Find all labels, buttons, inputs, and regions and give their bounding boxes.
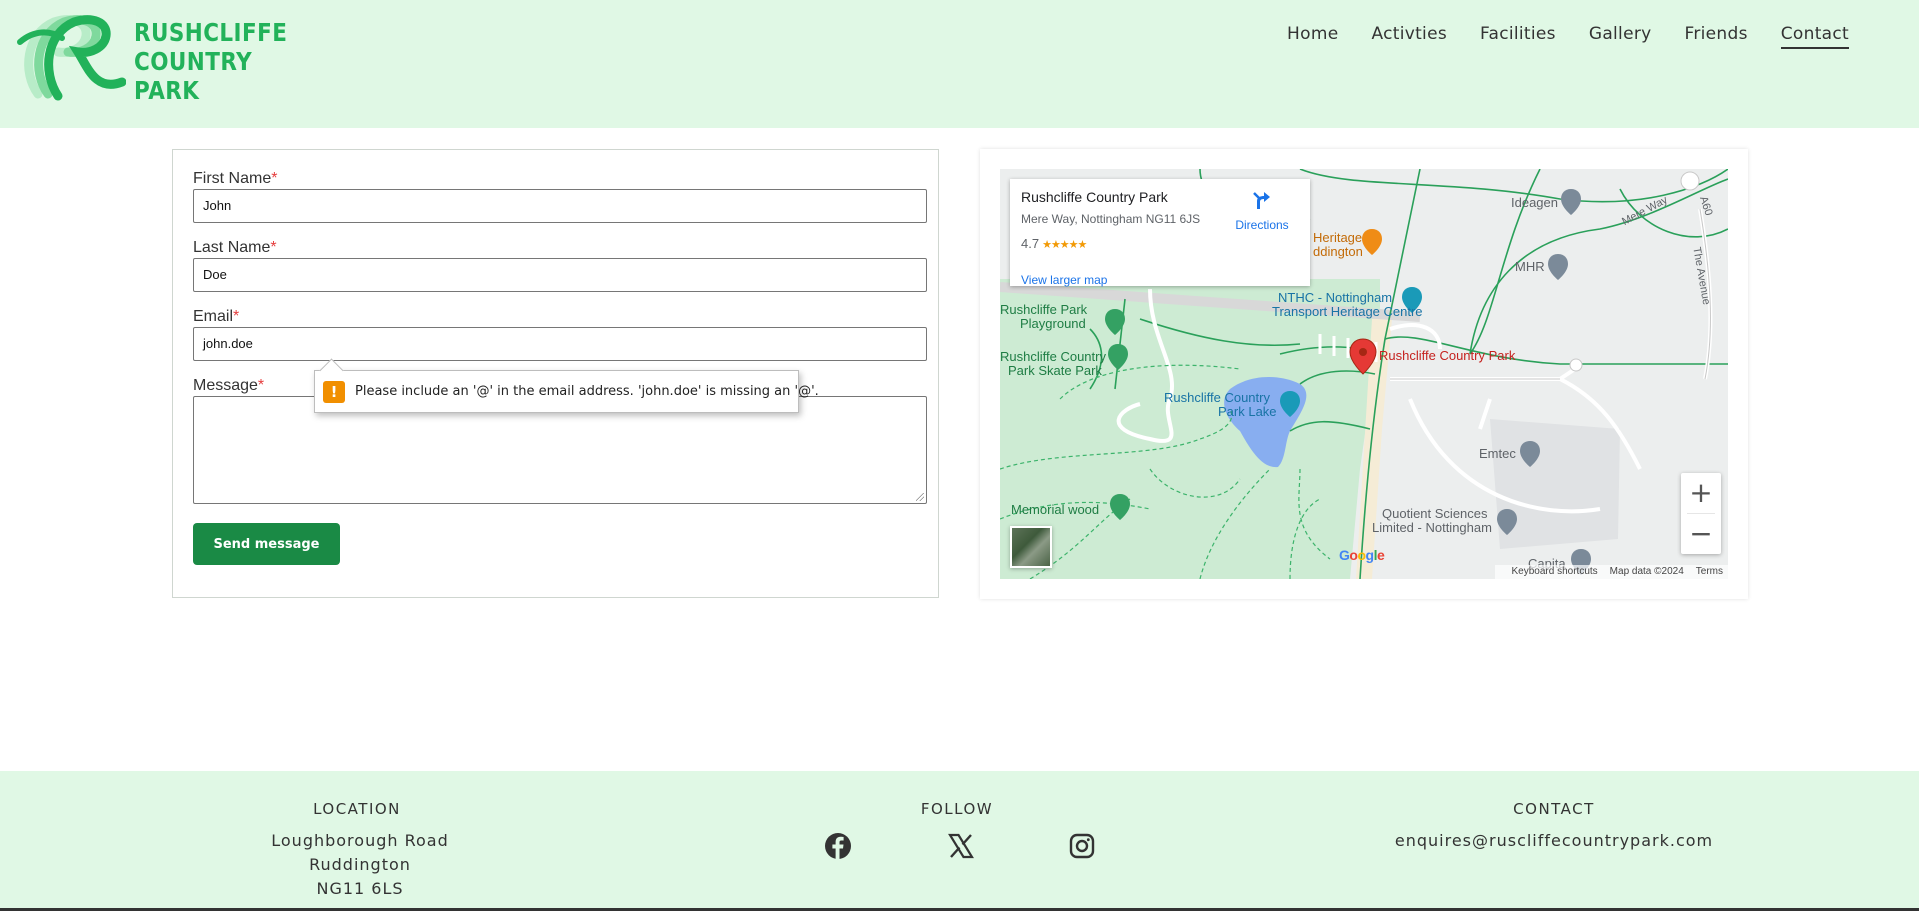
map-attribution: Keyboard shortcuts Map data ©2024 Terms	[1494, 565, 1728, 579]
x-icon[interactable]	[947, 832, 975, 860]
first-name-label-text: First Name	[193, 170, 272, 187]
logo-line-1: RUSHCLIFFE	[134, 18, 288, 47]
logo-line-3: PARK	[134, 76, 200, 105]
map-place-card: Rushcliffe Country Park Mere Way, Nottin…	[1010, 179, 1310, 287]
warning-icon: !	[323, 381, 345, 403]
email-label: Email*	[193, 308, 239, 326]
map-label-memorial: Memorial wood	[1011, 502, 1100, 517]
footer-location-heading: LOCATION	[313, 800, 401, 818]
required-marker: *	[233, 308, 240, 325]
map-zoom-controls: + −	[1681, 473, 1721, 554]
map-label-heritage-2: ddington	[1313, 244, 1363, 259]
nav-friends[interactable]: Friends	[1685, 24, 1748, 49]
message-label-text: Message	[193, 377, 258, 394]
footer-address-line-2: Ruddington	[309, 855, 411, 874]
logo-line-2: COUNTRY	[134, 47, 253, 76]
zoom-out-button[interactable]: −	[1681, 514, 1721, 554]
rating-value: 4.7	[1021, 236, 1040, 251]
satellite-toggle[interactable]	[1010, 526, 1052, 568]
validation-message: Please include an '@' in the email addre…	[355, 384, 819, 399]
instagram-icon[interactable]	[1068, 832, 1096, 860]
footer-follow-heading: FOLLOW	[920, 800, 994, 818]
site-footer: LOCATION Loughborough Road Ruddington NG…	[0, 771, 1919, 911]
footer-email-link[interactable]: enquires@ruscliffecountrypark.com	[1354, 831, 1754, 850]
map-label-heritage: Heritage	[1313, 230, 1363, 245]
embedded-map[interactable]: Heritage ddington Ideagen MHR Mere Way A…	[1000, 169, 1728, 579]
place-name: Rushcliffe Country Park	[1021, 189, 1168, 205]
map-label-lake-2: Park Lake	[1218, 404, 1277, 419]
required-marker: *	[257, 377, 265, 394]
footer-address-line-1: Loughborough Road	[271, 831, 449, 850]
last-name-label-text: Last Name	[193, 239, 271, 256]
zoom-in-button[interactable]: +	[1681, 473, 1721, 513]
first-name-input[interactable]: John	[193, 189, 927, 223]
nav-home[interactable]: Home	[1287, 24, 1338, 49]
last-name-input[interactable]: Doe	[193, 258, 927, 292]
map-label-playground: Rushcliffe Park	[1000, 302, 1088, 317]
email-input[interactable]: john.doe	[193, 327, 927, 361]
send-message-button[interactable]: Send message	[193, 523, 340, 565]
map-label-quotient: Quotient Sciences	[1382, 506, 1488, 521]
nav-gallery[interactable]: Gallery	[1589, 24, 1652, 49]
directions-button[interactable]: Directions	[1232, 189, 1292, 232]
required-marker: *	[271, 170, 278, 187]
last-name-label: Last Name*	[193, 239, 277, 257]
map-card: Heritage ddington Ideagen MHR Mere Way A…	[980, 149, 1748, 599]
directions-icon	[1253, 192, 1270, 209]
nav-facilities[interactable]: Facilities	[1480, 24, 1556, 49]
nav-activities[interactable]: Activties	[1371, 24, 1447, 49]
site-logo[interactable]: RUSHCLIFFE COUNTRY PARK	[14, 12, 287, 105]
map-label-pin: Rushcliffe Country Park	[1379, 348, 1516, 363]
google-logo: Google	[1339, 547, 1385, 563]
resize-handle-icon[interactable]	[916, 493, 924, 501]
map-label-nthc: NTHC - Nottingham	[1278, 290, 1393, 305]
place-rating: 4.7 ★★★★★	[1021, 236, 1087, 251]
view-larger-map-link[interactable]: View larger map	[1021, 273, 1107, 287]
main-nav: Home Activties Facilities Gallery Friend…	[1254, 24, 1849, 49]
map-label-mhr: MHR	[1515, 259, 1545, 274]
first-name-label: First Name*	[193, 170, 277, 188]
map-label-nthc-2: Transport Heritage Centre	[1272, 304, 1423, 319]
nav-contact[interactable]: Contact	[1780, 24, 1849, 49]
terms-link[interactable]: Terms	[1696, 566, 1723, 577]
footer-contact-heading: CONTACT	[1513, 800, 1595, 818]
map-label-skate: Rushcliffe Country	[1000, 349, 1106, 364]
map-label-skate-2: Park Skate Park	[1008, 363, 1102, 378]
map-label-playground-2: Playground	[1020, 316, 1086, 331]
map-label-emtec: Emtec	[1479, 446, 1516, 461]
directions-label: Directions	[1235, 218, 1289, 232]
facebook-icon[interactable]	[824, 832, 852, 860]
logo-mark-icon	[17, 15, 126, 101]
message-label: Message*	[193, 377, 264, 395]
email-validation-tooltip: ! Please include an '@' in the email add…	[314, 358, 819, 413]
site-header: RUSHCLIFFE COUNTRY PARK Home Activties F…	[0, 0, 1919, 128]
place-address: Mere Way, Nottingham NG11 6JS	[1021, 212, 1201, 226]
logo-text: RUSHCLIFFE COUNTRY PARK	[134, 18, 287, 105]
rating-stars-icon: ★★★★★	[1042, 239, 1087, 251]
keyboard-shortcuts-link[interactable]: Keyboard shortcuts	[1512, 566, 1598, 577]
email-label-text: Email	[193, 308, 234, 325]
map-label-lake: Rushcliffe Country	[1164, 390, 1270, 405]
required-marker: *	[270, 239, 277, 256]
footer-address-line-3: NG11 6LS	[316, 879, 404, 898]
map-data-text: Map data ©2024	[1609, 566, 1684, 577]
map-label-quotient-2: Limited - Nottingham	[1372, 520, 1492, 535]
map-label-ideagen: Ideagen	[1511, 195, 1558, 210]
